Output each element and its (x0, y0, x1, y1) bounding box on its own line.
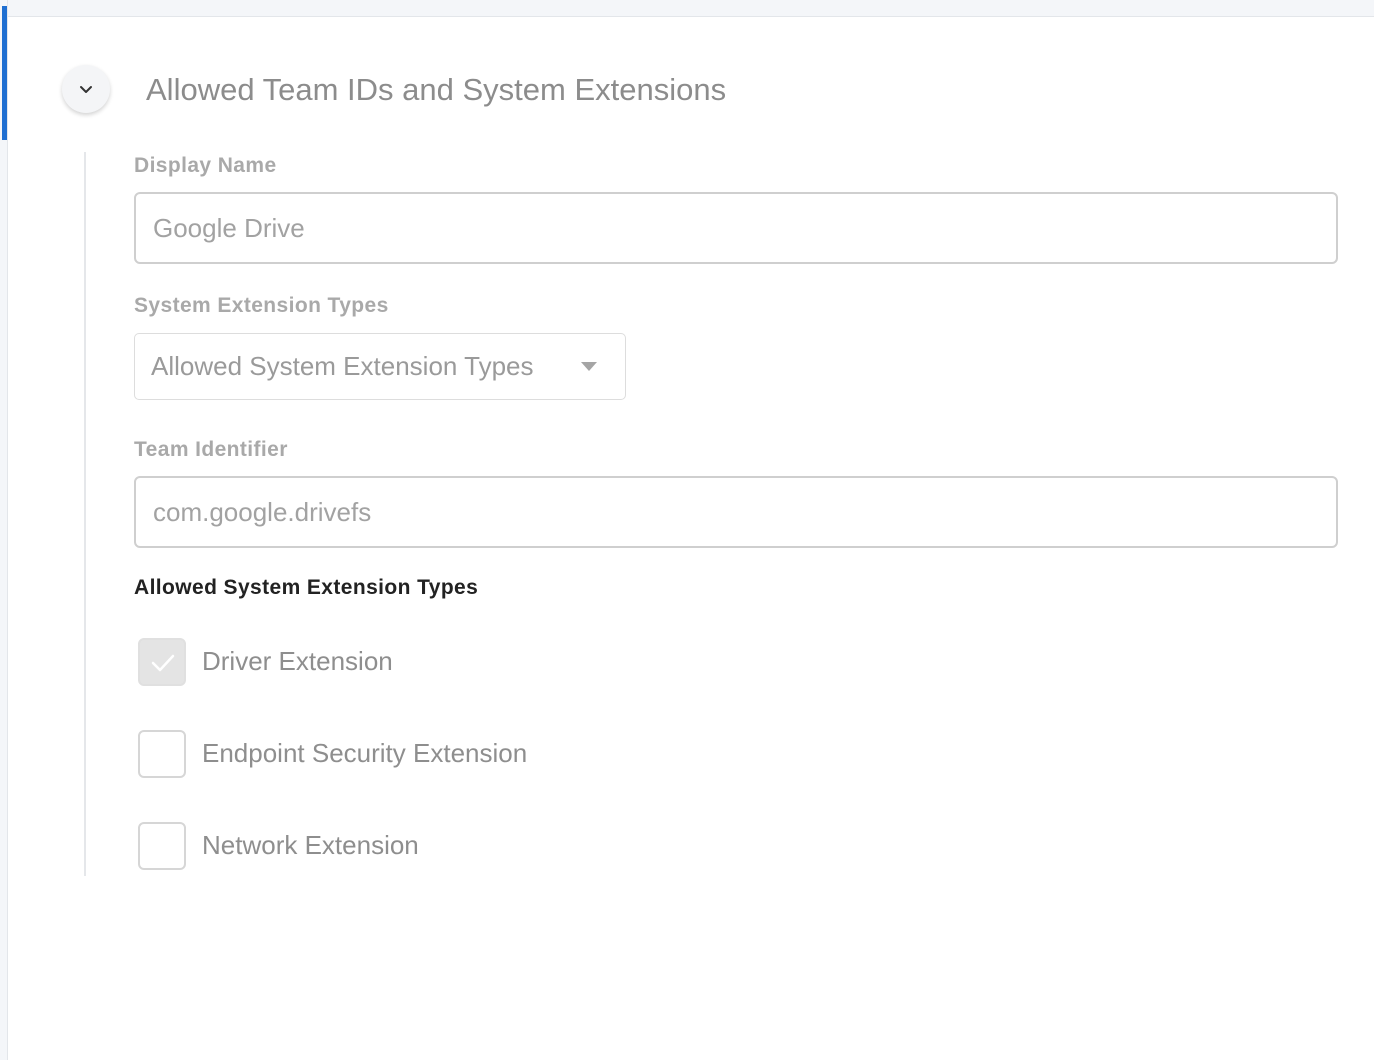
endpoint-security-extension-label: Endpoint Security Extension (202, 738, 528, 768)
active-section-indicator (2, 6, 7, 140)
section-divider-line (84, 152, 86, 876)
allowed-types-heading: Allowed System Extension Types (134, 576, 479, 599)
page: Allowed Team IDs and System Extensions D… (0, 0, 1374, 1060)
driver-extension-label: Driver Extension (202, 646, 393, 676)
display-name-field[interactable]: Google Drive (134, 192, 1338, 264)
top-strip (0, 0, 1374, 17)
left-gutter (0, 0, 8, 1060)
section-title: Allowed Team IDs and System Extensions (146, 72, 727, 107)
check-icon (151, 654, 175, 672)
team-identifier-label: Team Identifier (134, 438, 288, 461)
collapse-section-button[interactable] (62, 65, 110, 113)
chevron-down-icon (80, 86, 92, 93)
display-name-value: Google Drive (153, 213, 305, 243)
extension-types-selected-value: Allowed System Extension Types (151, 351, 534, 381)
extension-types-select[interactable]: Allowed System Extension Types (134, 333, 626, 400)
network-extension-checkbox[interactable] (138, 822, 186, 870)
team-identifier-value: com.google.drivefs (153, 497, 372, 527)
extension-types-label: System Extension Types (134, 294, 389, 317)
endpoint-security-extension-checkbox[interactable] (138, 730, 186, 778)
team-identifier-field[interactable]: com.google.drivefs (134, 476, 1338, 548)
driver-extension-checkbox[interactable] (138, 638, 186, 686)
network-extension-label: Network Extension (202, 830, 419, 860)
caret-down-icon (581, 362, 597, 371)
display-name-label: Display Name (134, 154, 277, 177)
